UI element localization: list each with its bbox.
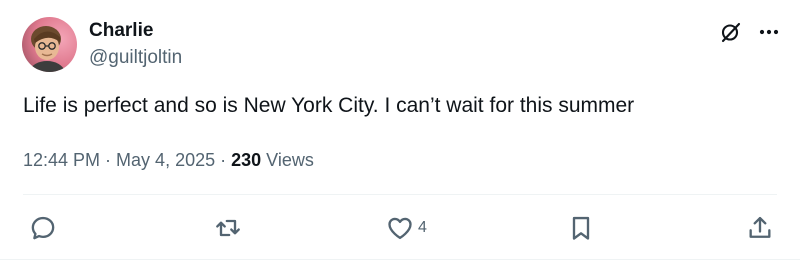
- like-button[interactable]: 4: [386, 212, 427, 244]
- tweet-text: Life is perfect and so is New York City.…: [23, 94, 635, 117]
- reply-button[interactable]: [29, 212, 57, 244]
- more-options-button[interactable]: [755, 19, 783, 45]
- divider: [23, 194, 777, 195]
- bookmark-button[interactable]: [567, 212, 595, 244]
- share-icon: [749, 216, 771, 238]
- author-handle[interactable]: @guiltjoltin: [89, 47, 182, 69]
- grok-button[interactable]: [718, 19, 744, 45]
- bookmark-icon: [572, 216, 590, 240]
- tweet-date[interactable]: May 4, 2025: [116, 150, 215, 170]
- views-label: Views: [261, 150, 314, 170]
- avatar[interactable]: [22, 17, 77, 72]
- meta-separator: ·: [215, 150, 232, 170]
- reply-icon: [31, 216, 55, 240]
- author-display-name[interactable]: Charlie: [89, 20, 153, 42]
- tweet-meta: 12:44 PM · May 4, 2025 · 230 Views: [23, 147, 314, 173]
- meta-separator: ·: [100, 150, 117, 170]
- share-button[interactable]: [746, 212, 774, 244]
- views-count: 230: [231, 150, 262, 170]
- heart-icon: [388, 217, 412, 240]
- profile-photo-icon: [22, 17, 77, 72]
- grok-icon: [721, 22, 741, 43]
- tweet-time[interactable]: 12:44 PM: [23, 150, 100, 170]
- retweet-icon: [216, 219, 240, 237]
- like-count: 4: [418, 219, 427, 236]
- bottom-divider: [0, 259, 800, 260]
- retweet-button[interactable]: [214, 212, 242, 244]
- more-icon: [759, 29, 779, 35]
